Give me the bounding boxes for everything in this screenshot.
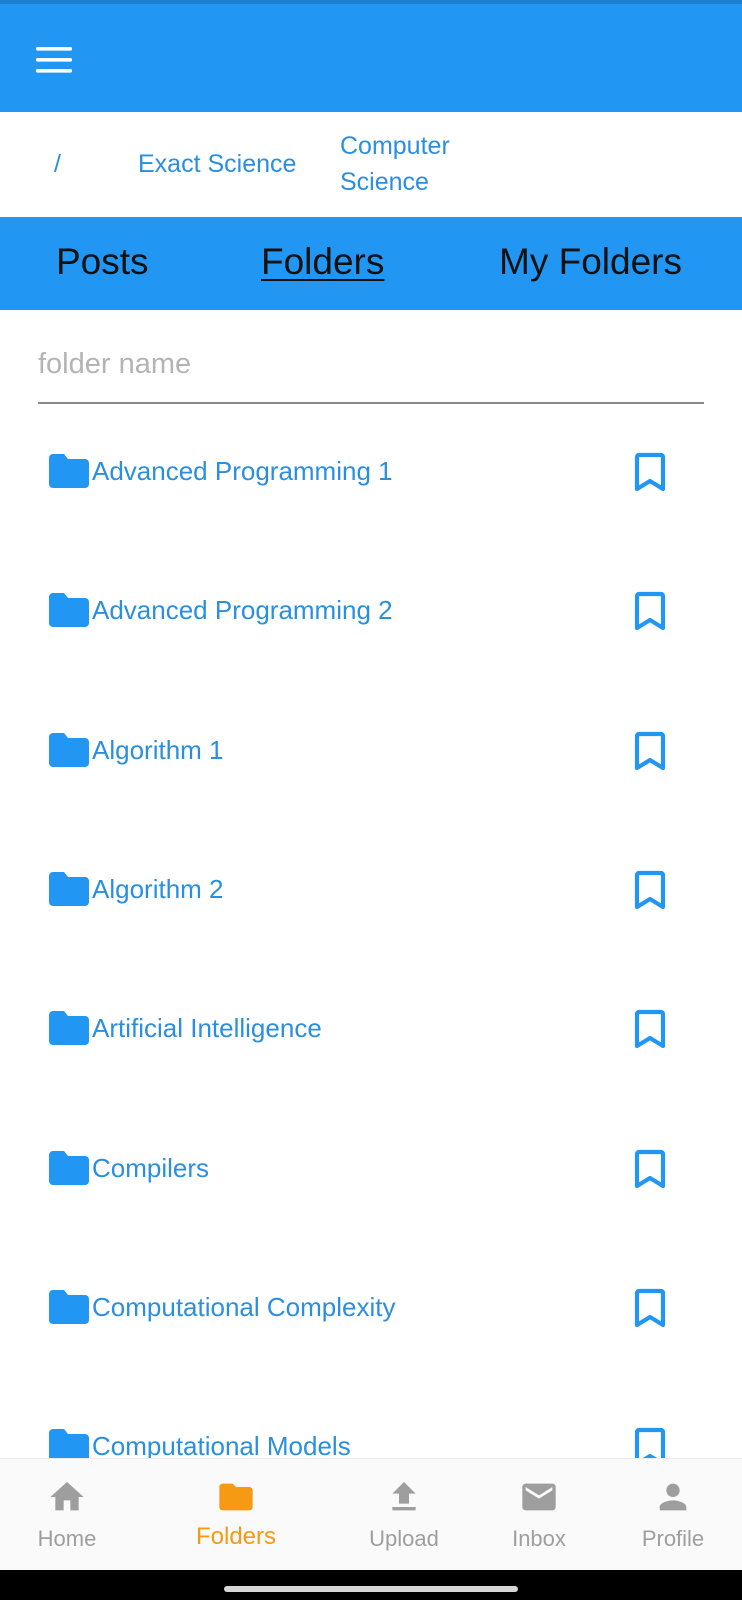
folder-name[interactable]: Advanced Programming 2 xyxy=(92,593,393,627)
folder-name[interactable]: Computational Complexity xyxy=(92,1290,395,1324)
folder-icon xyxy=(49,1289,89,1324)
folder-name[interactable]: Algorithm 2 xyxy=(92,872,224,906)
folder-name[interactable]: Computational Models xyxy=(92,1429,351,1458)
bookmark-icon[interactable] xyxy=(632,1288,668,1328)
folder-row[interactable]: Algorithm 1 xyxy=(0,683,742,822)
nav-label-profile: Profile xyxy=(641,1526,705,1551)
menu-button[interactable] xyxy=(26,32,82,88)
folder-name[interactable]: Algorithm 1 xyxy=(92,733,224,767)
mail-icon xyxy=(522,1483,556,1511)
nav-label-folders: Folders xyxy=(195,1523,277,1550)
tab-folders[interactable]: Folders xyxy=(261,239,384,285)
folder-icon xyxy=(49,1011,89,1046)
home-gesture-handle[interactable] xyxy=(224,1586,518,1592)
folder-icon xyxy=(219,1483,253,1511)
folder-row[interactable]: Advanced Programming 1 xyxy=(0,404,742,543)
nav-item-home[interactable]: Home xyxy=(0,1459,134,1571)
nav-label-inbox: Inbox xyxy=(512,1526,566,1551)
folder-icon xyxy=(49,1150,89,1185)
folder-row[interactable]: Algorithm 2 xyxy=(0,822,742,961)
breadcrumb-root[interactable]: / xyxy=(54,146,61,182)
bookmark-icon[interactable] xyxy=(632,1427,668,1458)
nav-item-inbox[interactable]: Inbox xyxy=(469,1459,609,1571)
nav-label-home: Home xyxy=(37,1526,97,1551)
bookmark-icon[interactable] xyxy=(632,731,668,771)
folder-icon xyxy=(49,871,89,906)
folder-row[interactable]: Computational Models xyxy=(0,1379,742,1458)
folder-name-input[interactable] xyxy=(38,336,704,392)
folder-icon xyxy=(49,593,89,628)
breadcrumb: / Exact Science Computer Science xyxy=(0,112,742,217)
bookmark-icon[interactable] xyxy=(632,1009,668,1049)
folder-name[interactable]: Artificial Intelligence xyxy=(92,1011,322,1045)
tab-posts[interactable]: Posts xyxy=(56,239,149,285)
nav-item-folders[interactable]: Folders xyxy=(166,1459,306,1571)
folder-icon xyxy=(49,732,89,767)
search-field xyxy=(38,330,704,404)
nav-label-upload: Upload xyxy=(369,1526,439,1551)
hamburger-menu-icon xyxy=(36,47,72,73)
folder-name[interactable]: Advanced Programming 1 xyxy=(92,454,393,488)
nav-item-profile[interactable]: Profile xyxy=(603,1459,742,1571)
folder-row[interactable]: Advanced Programming 2 xyxy=(0,543,742,682)
bookmark-icon[interactable] xyxy=(632,1149,668,1189)
breadcrumb-item-exact-science[interactable]: Exact Science xyxy=(138,146,296,182)
bottom-navigation: Home Folders Upload Inbox Profile xyxy=(0,1458,742,1570)
folder-row[interactable]: Compilers xyxy=(0,1101,742,1240)
folder-row[interactable]: Computational Complexity xyxy=(0,1240,742,1379)
folder-icon xyxy=(49,454,89,488)
breadcrumb-item-computer-science[interactable]: Computer Science xyxy=(340,128,490,200)
app-screen: / Exact Science Computer Science Posts F… xyxy=(0,0,742,1600)
folder-name[interactable]: Compilers xyxy=(92,1151,209,1185)
tab-my-folders[interactable]: My Folders xyxy=(499,239,682,285)
top-app-bar xyxy=(0,4,742,112)
bookmark-icon[interactable] xyxy=(632,870,668,910)
folder-list: Advanced Programming 1 Advanced Programmi… xyxy=(0,404,742,1458)
tab-bar: Posts Folders My Folders xyxy=(0,217,742,310)
bookmark-icon[interactable] xyxy=(632,452,668,492)
upload-icon xyxy=(392,1482,416,1511)
folder-row[interactable]: Artificial Intelligence xyxy=(0,961,742,1100)
person-icon xyxy=(659,1483,687,1511)
home-icon xyxy=(50,1482,84,1511)
folder-icon xyxy=(49,1429,89,1458)
bookmark-icon[interactable] xyxy=(632,591,668,631)
nav-item-upload[interactable]: Upload xyxy=(334,1459,474,1571)
system-gesture-area xyxy=(0,1570,742,1600)
